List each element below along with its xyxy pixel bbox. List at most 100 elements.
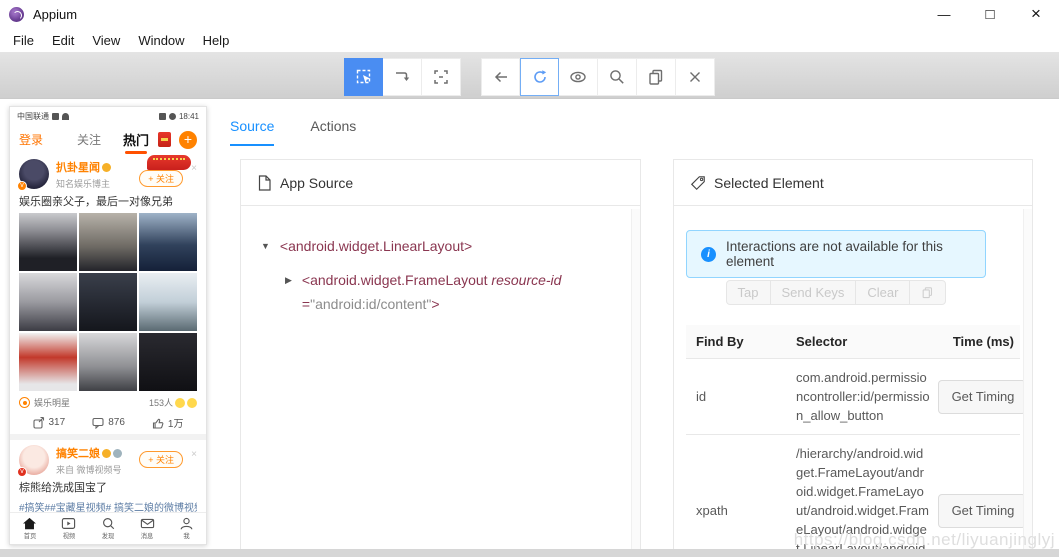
- select-element-pointer-icon: [355, 68, 373, 86]
- feed-post-1: v 扒卦星闻 知名娱乐博主 + 关注 × 娱乐圈亲父子，最后一对像兄弟 娱乐明星: [10, 154, 206, 440]
- get-timing-button[interactable]: Get Timing: [938, 380, 1026, 414]
- tab-source[interactable]: Source: [230, 118, 274, 146]
- location-icon: [169, 113, 176, 120]
- pointer-mode-group: [344, 58, 461, 96]
- appium-logo-icon: [9, 7, 24, 22]
- menu-window[interactable]: Window: [129, 31, 193, 50]
- tag-icon: [690, 175, 706, 191]
- search-elements-button[interactable]: [598, 58, 637, 96]
- caret-down-icon[interactable]: ▼: [261, 234, 270, 258]
- menu-help[interactable]: Help: [194, 31, 239, 50]
- video-icon: [61, 517, 76, 530]
- scrollbar[interactable]: [631, 209, 640, 557]
- signal-icon: [52, 113, 59, 120]
- post1-photo-grid: [19, 213, 197, 391]
- refresh-icon: [531, 68, 549, 86]
- follow-tab: 关注: [77, 131, 101, 148]
- verified-badge-icon: v: [17, 181, 27, 191]
- swipe-by-coordinates-button[interactable]: [383, 58, 422, 96]
- source-tree: ▼ <android.widget.LinearLayout> ▶ <andro…: [241, 206, 640, 326]
- emoji-icon: [102, 163, 111, 172]
- emoji-face-icon: [175, 398, 185, 408]
- menu-view[interactable]: View: [83, 31, 129, 50]
- copy-icon: [647, 68, 665, 86]
- inspector-tabs: Source Actions: [230, 118, 356, 146]
- emoji-face-icon: [187, 398, 197, 408]
- tab-me: 我: [167, 513, 206, 544]
- mute-icon: [159, 113, 166, 120]
- menu-file[interactable]: File: [4, 31, 43, 50]
- maximize-button[interactable]: □: [967, 0, 1013, 28]
- find-by-value: id: [686, 380, 786, 413]
- phone-nav-bar: 登录 关注 热门 +: [10, 125, 206, 154]
- tree-node-label[interactable]: <android.widget.LinearLayout>: [280, 234, 472, 258]
- compose-plus-icon: +: [179, 131, 197, 149]
- menu-bar: File Edit View Window Help: [0, 28, 1059, 52]
- tap-frame-icon: [432, 68, 450, 86]
- photo-tile: [79, 213, 137, 271]
- select-element-button[interactable]: [344, 58, 383, 96]
- toggle-highlight-button[interactable]: [559, 58, 598, 96]
- repost-icon: [33, 417, 45, 429]
- app-source-title: App Source: [280, 175, 353, 191]
- post1-likes: 1万: [168, 415, 184, 430]
- back-button[interactable]: [481, 58, 520, 96]
- post1-text: 娱乐圈亲父子，最后一对像兄弟: [19, 193, 197, 209]
- interactions-alert: i Interactions are not available for thi…: [686, 230, 986, 278]
- post2-subtitle: 来自 微博视频号: [56, 463, 122, 476]
- tap-button[interactable]: Tap: [726, 280, 771, 305]
- get-timing-button[interactable]: Get Timing: [938, 494, 1026, 528]
- col-find-by: Find By: [686, 325, 786, 358]
- caret-right-icon[interactable]: ▶: [285, 268, 292, 292]
- tree-node-label[interactable]: <android.widget.FrameLayout resource-id=…: [302, 268, 574, 316]
- col-selector: Selector: [786, 325, 938, 358]
- photo-tile: [19, 333, 77, 391]
- quit-session-button[interactable]: [676, 58, 715, 96]
- copy-source-button[interactable]: [637, 58, 676, 96]
- photo-tile: [139, 213, 197, 271]
- post2-dismiss-icon: ×: [191, 449, 197, 460]
- tab-video: 视频: [49, 513, 88, 544]
- window-bottom-edge: [0, 549, 1059, 557]
- selector-table: Find By Selector Time (ms) id com.androi…: [686, 325, 1020, 557]
- eye-icon: [569, 68, 587, 86]
- tab-messages: 消息: [128, 513, 167, 544]
- table-row: id com.android.permissioncontroller:id/p…: [686, 359, 1020, 435]
- selector-value: /hierarchy/android.widget.FrameLayout/an…: [786, 435, 938, 557]
- close-button[interactable]: ×: [1013, 0, 1059, 28]
- tree-node[interactable]: ▼ <android.widget.LinearLayout>: [261, 234, 626, 258]
- phone-status-bar: 中国联通 18:41: [10, 107, 206, 125]
- title-bar: Appium — □ ×: [0, 0, 1059, 28]
- post1-subtitle: 知名娱乐博主: [56, 177, 111, 190]
- clear-button[interactable]: Clear: [855, 280, 910, 305]
- verified-badge-icon: v: [17, 467, 27, 477]
- login-link: 登录: [19, 131, 43, 148]
- session-actions-group: [481, 58, 715, 96]
- search-icon: [608, 68, 626, 86]
- like-icon: [152, 417, 164, 429]
- device-screenshot[interactable]: 中国联通 18:41 登录 关注 热门 + v 扒卦星闻 知名娱乐博主 + 关注: [9, 106, 207, 545]
- selector-table-header: Find By Selector Time (ms): [686, 325, 1020, 359]
- refresh-source-button[interactable]: [520, 58, 559, 96]
- scrollbar[interactable]: [1023, 209, 1032, 557]
- tree-node[interactable]: ▶ <android.widget.FrameLayout resource-i…: [285, 268, 626, 316]
- post2-author: 搞笑二娘: [56, 445, 122, 461]
- post2-avatar: v: [19, 445, 49, 475]
- red-packet-icon: [158, 132, 171, 147]
- menu-edit[interactable]: Edit: [43, 31, 83, 50]
- copy-attributes-button[interactable]: [909, 280, 946, 305]
- tap-by-coordinates-button[interactable]: [422, 58, 461, 96]
- home-icon: [22, 517, 37, 530]
- alert-text: Interactions are not available for this …: [726, 239, 971, 269]
- table-row: xpath /hierarchy/android.widget.FrameLay…: [686, 435, 1020, 557]
- selected-element-panel: Selected Element i Interactions are not …: [673, 159, 1033, 557]
- post2-follow-button: + 关注: [139, 451, 183, 468]
- post1-follow-button: + 关注: [139, 170, 183, 187]
- tab-actions[interactable]: Actions: [310, 118, 356, 146]
- swipe-arrow-icon: [393, 68, 411, 86]
- tab-home: 首页: [10, 513, 49, 544]
- col-time: Time (ms): [938, 325, 1020, 358]
- comment-icon: [92, 417, 104, 429]
- minimize-button[interactable]: —: [921, 0, 967, 28]
- send-keys-button[interactable]: Send Keys: [770, 280, 857, 305]
